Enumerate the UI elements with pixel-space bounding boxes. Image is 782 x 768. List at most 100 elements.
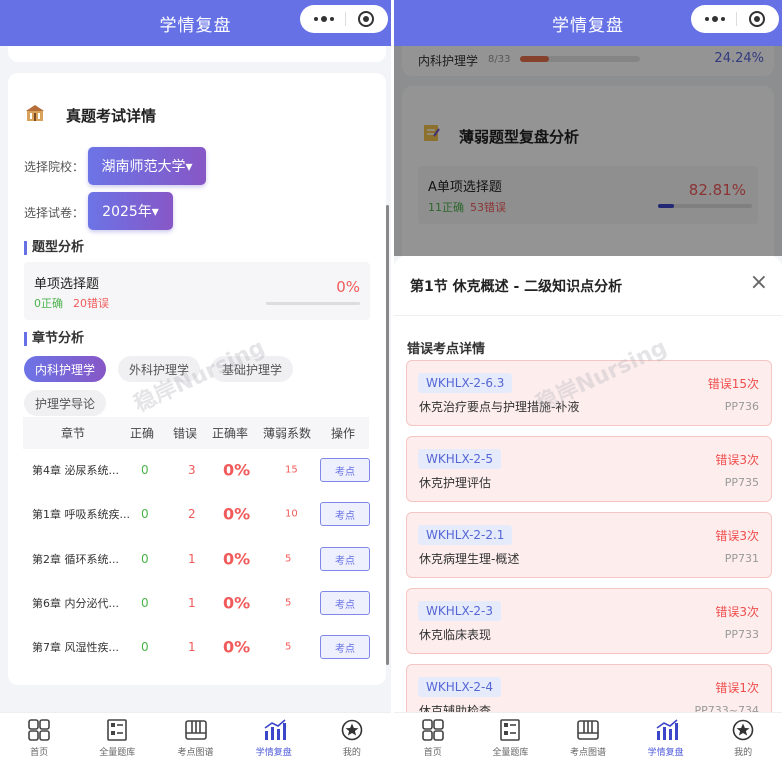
header: 学情复盘 (394, 0, 782, 46)
chapter-rate: 0% (223, 593, 251, 613)
sheet-title: 第1节 休克概述 - 二级知识点分析 (410, 279, 623, 295)
chapter-rate: 0% (223, 637, 251, 657)
error-count: 错误3次 (715, 529, 759, 543)
tab-review[interactable]: 学情复盘 (627, 713, 705, 768)
type-correct: 0正确 (34, 297, 63, 310)
divider (394, 315, 782, 316)
page-ref: PP733 (724, 628, 759, 641)
close-miniprogram-icon[interactable] (358, 11, 375, 27)
previous-card (8, 46, 386, 62)
tab-knowledge-map[interactable]: 考点图谱 (156, 713, 234, 768)
cabinet-icon (106, 719, 128, 741)
chapter-weak: 5 (285, 597, 292, 609)
point-desc: 休克护理评估 (419, 476, 492, 490)
header: 学情复盘 (0, 0, 391, 46)
knowledge-point-button[interactable]: 考点 (320, 591, 370, 615)
tab-question-bank[interactable]: 全量题库 (472, 713, 550, 768)
tab-label: 考点图谱 (569, 748, 606, 758)
type-rate: 0% (336, 278, 360, 296)
tab-label: 我的 (734, 748, 753, 758)
page-ref: PP735 (724, 476, 759, 489)
tab-label: 全量题库 (492, 748, 529, 758)
page-ref: PP736 (724, 400, 759, 413)
tab-review[interactable]: 学情复盘 (235, 713, 313, 768)
chapter-name: 第2章 循环系统... (32, 553, 119, 566)
scrollbar[interactable] (386, 205, 389, 665)
knowledge-point-button[interactable]: 考点 (320, 635, 370, 659)
type-wrong: 20错误 (73, 297, 109, 310)
paper-label: 选择试卷： (24, 206, 85, 220)
type-name: 单项选择题 (34, 277, 100, 292)
chip-internal-nursing[interactable]: 内科护理学 (24, 356, 106, 382)
tab-knowledge-map[interactable]: 考点图谱 (549, 713, 627, 768)
tab-label: 学情复盘 (647, 748, 684, 758)
modal-overlay[interactable] (394, 46, 782, 256)
chapter-correct: 0 (141, 596, 149, 610)
section-title: 真题考试详情 (66, 107, 157, 125)
table-row: 第7章 风湿性疾... 0 1 0% 5 考点 (23, 625, 370, 669)
chapter-correct: 0 (141, 640, 149, 654)
paper-select[interactable]: 2025年▾ (88, 192, 173, 230)
page-ref: PP731 (724, 552, 759, 565)
knowledge-point-button[interactable]: 考点 (320, 502, 370, 526)
table-row: 第2章 循环系统... 0 1 0% 5 考点 (23, 537, 370, 581)
tab-home[interactable]: 首页 (0, 713, 78, 768)
chapter-wrong: 3 (188, 463, 196, 477)
table-row: 第4章 泌尿系统... 0 3 0% 15 考点 (23, 448, 370, 492)
error-count: 错误1次 (715, 681, 759, 695)
bar-chart-icon (655, 719, 678, 741)
close-icon[interactable]: × (750, 270, 768, 295)
knowledge-point-button[interactable]: 考点 (320, 458, 370, 482)
point-code: WKHLX-2-5 (418, 449, 501, 469)
table-row: 第6章 内分泌代... 0 1 0% 5 考点 (23, 581, 370, 625)
col-op: 操作 (331, 426, 356, 441)
chapter-correct: 0 (141, 552, 149, 566)
col-wrong: 错误 (173, 426, 198, 441)
chapter-weak: 5 (285, 641, 292, 653)
point-code: WKHLX-2-6.3 (418, 373, 513, 393)
page-title: 学情复盘 (552, 15, 624, 36)
miniprogram-capsule (691, 5, 779, 33)
tab-label: 学情复盘 (255, 748, 292, 758)
tab-label: 首页 (30, 748, 49, 758)
chapter-wrong: 1 (188, 552, 196, 566)
point-code: WKHLX-2-4 (418, 677, 501, 697)
left-screen: 学情复盘 真题考试详情 选择院校： 湖南师范大学▾ 选择试卷： 2025年▾ 题… (0, 0, 391, 768)
chapter-analysis-title: 章节分析 (24, 332, 84, 346)
chip-nursing-intro[interactable]: 护理学导论 (24, 390, 106, 416)
error-point-card[interactable]: WKHLX-2-2.1 错误3次 休克病理生理-概述 PP731 (406, 512, 772, 578)
error-point-card[interactable]: WKHLX-2-5 错误3次 休克护理评估 PP735 (406, 436, 772, 502)
chapter-weak: 15 (285, 464, 298, 476)
error-count: 错误3次 (715, 605, 759, 619)
chapter-weak: 5 (285, 553, 292, 565)
chapter-correct: 0 (141, 507, 149, 521)
type-progress (266, 302, 360, 305)
bottom-sheet: 第1节 休克概述 - 二级知识点分析 × 错误考点详情 WKHLX-2-6.3 … (394, 256, 782, 768)
error-point-card[interactable]: WKHLX-2-3 错误3次 休克临床表现 PP733 (406, 588, 772, 654)
chapter-rate: 0% (223, 504, 251, 524)
close-miniprogram-icon[interactable] (749, 11, 766, 27)
tab-mine[interactable]: 我的 (704, 713, 782, 768)
point-desc: 休克临床表现 (419, 628, 492, 642)
chapter-correct: 0 (141, 463, 149, 477)
miniprogram-capsule (300, 5, 388, 33)
grid-icon (28, 719, 50, 741)
chapter-name: 第4章 泌尿系统... (32, 464, 119, 477)
star-circle-icon (341, 719, 363, 741)
col-chapter: 章节 (61, 426, 86, 441)
error-count: 错误3次 (715, 453, 759, 467)
chapter-wrong: 1 (188, 640, 196, 654)
point-desc: 休克病理生理-概述 (419, 552, 520, 566)
more-icon[interactable] (313, 16, 334, 22)
tab-mine[interactable]: 我的 (313, 713, 391, 768)
tab-question-bank[interactable]: 全量题库 (78, 713, 156, 768)
tab-home[interactable]: 首页 (394, 713, 472, 768)
cabinet-icon (499, 719, 521, 741)
school-select[interactable]: 湖南师范大学▾ (88, 147, 206, 185)
type-card: 单项选择题 0正确 20错误 0% (24, 262, 370, 320)
school-label: 选择院校： (24, 160, 85, 174)
chapter-name: 第1章 呼吸系统疾... (32, 508, 130, 521)
knowledge-point-button[interactable]: 考点 (320, 547, 370, 571)
more-icon[interactable] (704, 16, 725, 22)
map-icon (184, 719, 207, 741)
